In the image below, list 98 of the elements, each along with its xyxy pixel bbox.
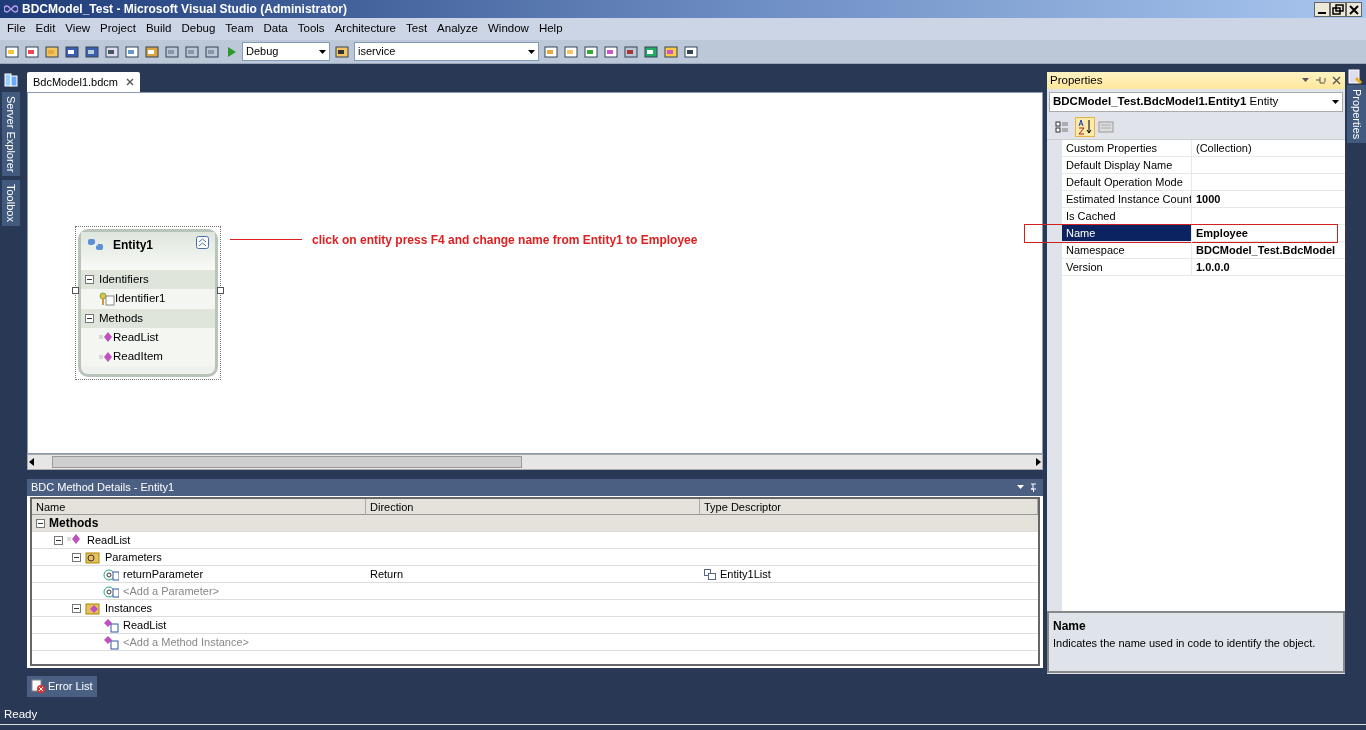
side-tab[interactable]: Server Explorer xyxy=(1,92,21,177)
method-icon xyxy=(99,331,113,344)
method-icon xyxy=(99,350,113,363)
menu-item[interactable]: Project xyxy=(95,20,141,38)
column-header[interactable]: Type Descriptor xyxy=(700,499,1038,514)
instance-icon xyxy=(103,617,119,633)
parameter-icon xyxy=(103,583,119,599)
resize-handle[interactable] xyxy=(217,287,224,294)
horizontal-scrollbar[interactable] xyxy=(27,454,1043,470)
property-value[interactable]: Employee xyxy=(1192,225,1345,241)
property-name[interactable]: Estimated Instance Count xyxy=(1062,191,1192,207)
infinity-icon xyxy=(4,5,18,13)
table-cell-text: Entity1List xyxy=(720,566,771,582)
menu-item[interactable]: Debug xyxy=(176,20,221,38)
key-icon xyxy=(99,291,115,306)
property-name[interactable]: Namespace xyxy=(1062,242,1192,258)
menu-item[interactable]: Test xyxy=(401,20,433,38)
collapse-icon[interactable] xyxy=(196,236,209,249)
menu-item[interactable]: Architecture xyxy=(329,20,401,38)
error-icon xyxy=(31,679,45,694)
caret-icon xyxy=(1332,100,1339,104)
property-name[interactable]: Default Operation Mode xyxy=(1062,174,1192,190)
parameter-icon xyxy=(103,566,119,582)
expander-icon[interactable] xyxy=(85,275,94,285)
property-name[interactable]: Version xyxy=(1062,259,1192,275)
tree-item[interactable]: returnParameter xyxy=(123,565,204,583)
expander-icon[interactable] xyxy=(85,313,94,323)
table-cell: Return xyxy=(370,567,404,580)
expander-icon[interactable] xyxy=(72,603,81,613)
parameters-folder-icon xyxy=(85,549,101,565)
close-icon[interactable] xyxy=(126,78,134,86)
menu-item[interactable]: Data xyxy=(258,20,293,38)
expander-icon[interactable] xyxy=(72,552,81,562)
side-tab[interactable]: Properties xyxy=(1347,85,1366,144)
section-title: Methods xyxy=(99,310,144,326)
server-icon[interactable] xyxy=(3,72,19,88)
error-list-tab[interactable]: Error List xyxy=(27,676,97,697)
caret-icon xyxy=(319,49,326,54)
property-name[interactable]: Is Cached xyxy=(1062,208,1192,224)
configuration-dropdown[interactable]: Debug xyxy=(242,42,330,61)
side-tab[interactable]: Toolbox xyxy=(1,180,21,227)
caret-icon xyxy=(528,49,535,54)
instance-icon xyxy=(103,634,119,650)
placeholder-row[interactable]: <Add a Method Instance> xyxy=(123,633,249,651)
type-descriptor-icon xyxy=(704,568,716,580)
column-header[interactable]: Direction xyxy=(366,499,700,514)
menu-item[interactable]: Build xyxy=(140,20,177,38)
tree-item[interactable]: ReadList xyxy=(123,616,167,634)
tree-item[interactable]: ReadList xyxy=(87,531,131,549)
panel-title: BDC Method Details - Entity1 xyxy=(31,480,175,496)
tree-item[interactable]: Methods xyxy=(49,514,99,532)
sort-az-icon xyxy=(1078,119,1092,135)
description-title: Name xyxy=(1053,618,1087,635)
scroll-left-icon xyxy=(28,458,36,466)
instances-folder-icon xyxy=(85,600,101,616)
restore-icon[interactable] xyxy=(1330,1,1346,17)
property-value[interactable]: 1000 xyxy=(1192,191,1345,207)
property-value[interactable]: BDCModel_Test.BdcModel xyxy=(1192,242,1345,258)
menu-item[interactable]: View xyxy=(60,20,96,38)
property-value[interactable]: (Collection) xyxy=(1192,140,1345,156)
alphabetical-button[interactable] xyxy=(1075,117,1095,137)
menu-item[interactable]: Window xyxy=(483,20,534,38)
menu-item[interactable]: Tools xyxy=(292,20,330,38)
menu-item[interactable]: Analyze xyxy=(432,20,483,38)
entity-title: Entity1 xyxy=(113,237,154,254)
annotation-text: click on entity press F4 and change name from Entity1 to Employee xyxy=(312,232,698,249)
resize-handle[interactable] xyxy=(72,287,79,294)
pin-icon[interactable] xyxy=(1302,76,1342,85)
property-value[interactable]: 1.0.0.0 xyxy=(1192,259,1345,275)
status-text: Ready xyxy=(0,705,1366,725)
entity-shape[interactable]: Entity1 Identifiers Identifier1 Methods ReadList ReadItem xyxy=(78,229,218,378)
menu-item[interactable]: File xyxy=(2,20,31,38)
pin-icon[interactable] xyxy=(1017,483,1039,492)
menu-item[interactable]: Edit xyxy=(30,20,61,38)
object-selector[interactable]: BDCModel_Test.BdcModel1.Entity1 Entity xyxy=(1049,92,1343,112)
project-dropdown[interactable]: iservice xyxy=(354,42,539,61)
document-tab[interactable]: BdcModel1.bdcm xyxy=(27,72,140,92)
close-icon[interactable] xyxy=(1346,1,1362,17)
scroll-right-icon xyxy=(1034,458,1042,466)
placeholder-row[interactable]: <Add a Parameter> xyxy=(123,582,219,600)
categorized-icon xyxy=(1055,120,1069,134)
expander-icon[interactable] xyxy=(54,535,63,545)
expander-icon[interactable] xyxy=(36,518,45,528)
panel-title: Properties xyxy=(1050,72,1103,88)
window-title: BDCModel_Test - Microsoft Visual Studio (Administrator) xyxy=(22,1,347,18)
property-name[interactable]: Custom Properties xyxy=(1062,140,1192,156)
leader-line xyxy=(230,239,302,240)
column-header[interactable]: Name xyxy=(32,499,366,514)
property-name[interactable]: Default Display Name xyxy=(1062,157,1192,173)
section-title: Identifiers xyxy=(99,272,149,287)
tree-item[interactable]: Instances xyxy=(105,599,153,617)
entity-icon xyxy=(87,236,105,252)
property-name[interactable]: Name xyxy=(1062,225,1192,241)
menu-item[interactable]: Help xyxy=(533,20,568,38)
minimize-icon[interactable] xyxy=(1314,1,1330,17)
menu-item[interactable]: Team xyxy=(220,20,259,38)
tree-item[interactable]: Parameters xyxy=(105,548,162,566)
description-text: Indicates the name used in code to identify the object. xyxy=(1053,636,1317,651)
